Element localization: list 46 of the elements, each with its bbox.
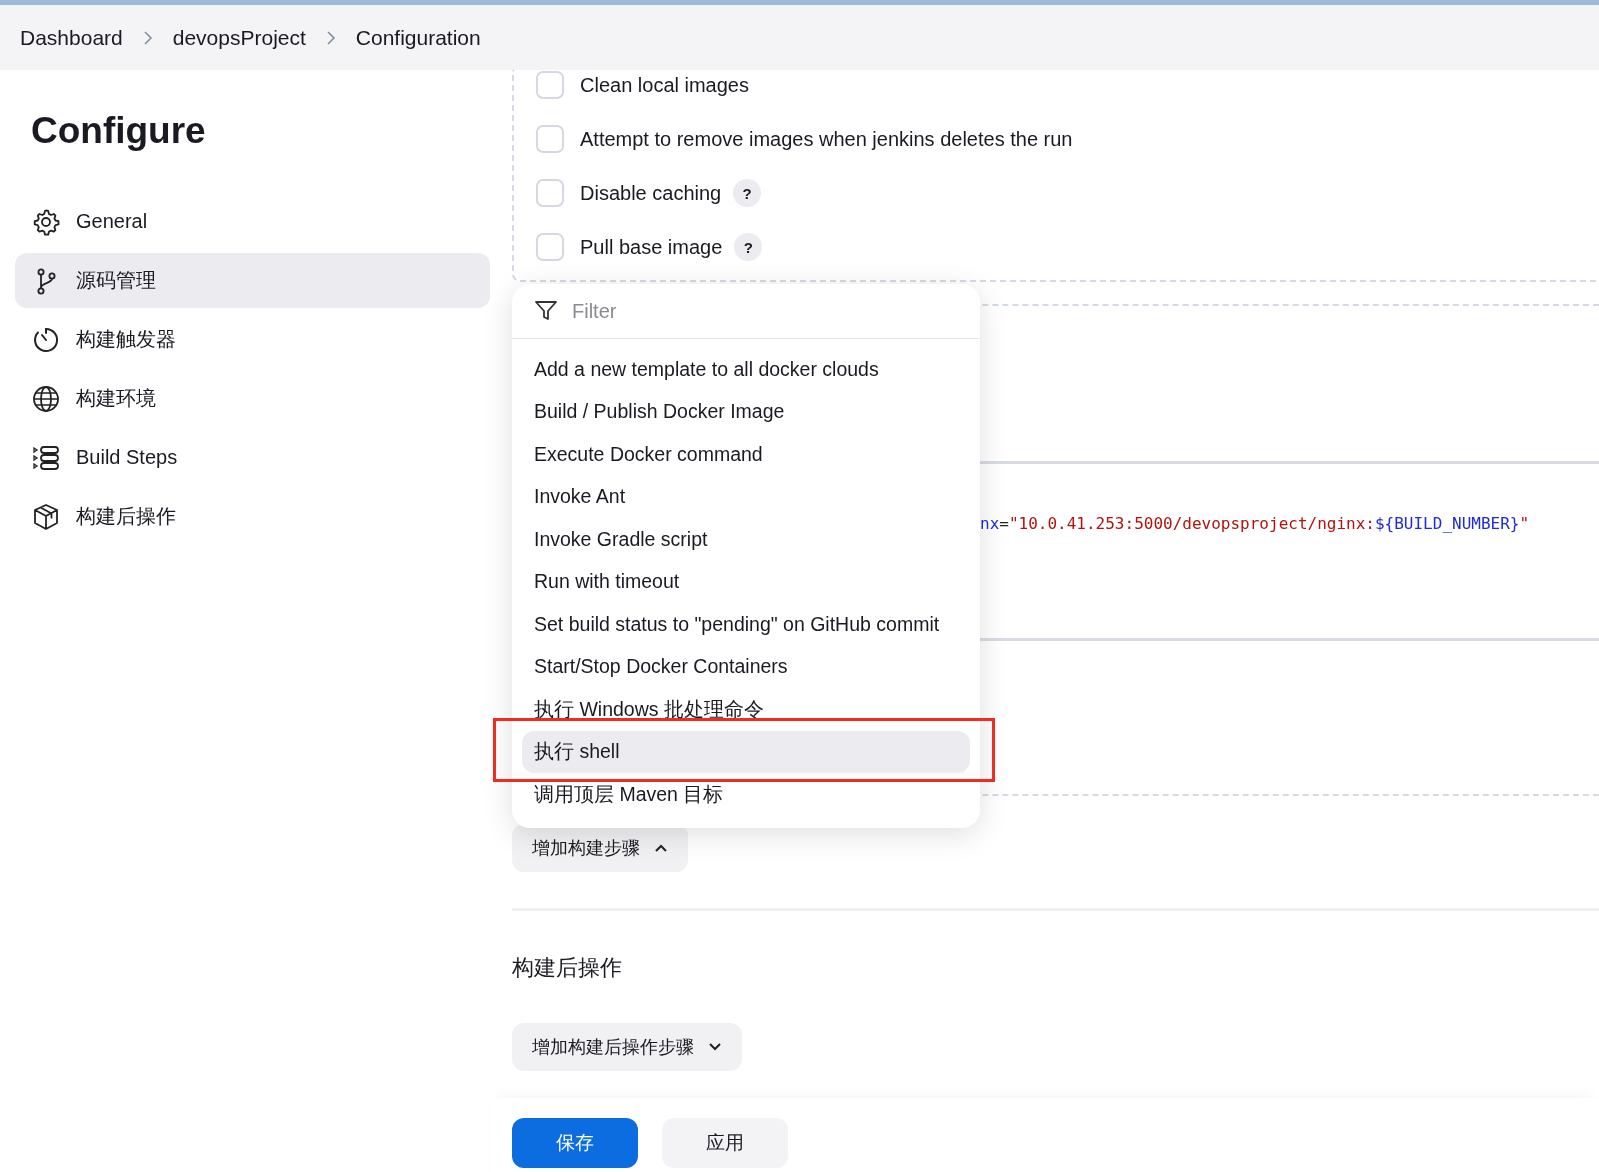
sidebar-item[interactable]: Build Steps bbox=[15, 430, 490, 485]
help-button[interactable]: ? bbox=[734, 233, 763, 261]
menu-item[interactable]: 执行 Windows 批处理命令 bbox=[522, 688, 970, 731]
sidebar-item[interactable]: 构建后操作 bbox=[15, 489, 490, 544]
chevron-icon bbox=[654, 843, 668, 853]
gear-icon bbox=[32, 207, 60, 236]
menu-item[interactable]: Run with timeout bbox=[522, 560, 970, 603]
checkbox[interactable] bbox=[536, 71, 564, 99]
checkbox[interactable] bbox=[536, 179, 564, 207]
menu-item[interactable]: 调用顶层 Maven 目标 bbox=[522, 773, 970, 816]
save-button[interactable]: 保存 bbox=[512, 1118, 638, 1168]
checkbox-label: Attempt to remove images when jenkins deletes the run bbox=[580, 127, 1073, 151]
chevron-right-icon bbox=[142, 29, 153, 46]
checkbox-label: Clean local images bbox=[580, 73, 749, 97]
timer-icon bbox=[32, 325, 60, 354]
sidebar-item[interactable]: 构建触发器 bbox=[15, 312, 490, 367]
checkbox[interactable] bbox=[536, 125, 564, 153]
sidebar-item[interactable]: General bbox=[15, 194, 490, 249]
add-build-step-button[interactable]: 增加构建步骤 bbox=[512, 824, 688, 872]
apply-button[interactable]: 应用 bbox=[662, 1118, 788, 1168]
section-heading: 构建后操作 bbox=[512, 954, 623, 982]
sidebar-item[interactable]: 源码管理 bbox=[15, 253, 490, 308]
checkbox-label: Pull base image bbox=[580, 235, 723, 259]
add-post-build-step-button[interactable]: 增加构建后操作步骤 bbox=[512, 1023, 742, 1071]
sidebar-item[interactable]: 构建环境 bbox=[15, 371, 490, 426]
checkbox-label: Disable caching bbox=[580, 181, 722, 205]
chevron-icon bbox=[708, 1042, 722, 1052]
code-line: nx="10.0.41.253:5000/devopsproject/nginx:${BUILD_NUMBER}" bbox=[980, 514, 1530, 533]
menu-item[interactable]: Add a new template to all docker clouds bbox=[522, 348, 970, 391]
breadcrumb-link[interactable]: Configuration bbox=[355, 25, 481, 50]
menu-item[interactable]: 执行 shell bbox=[522, 730, 970, 773]
chevron-right-icon bbox=[325, 29, 336, 46]
breadcrumb-link[interactable]: devopsProject bbox=[172, 25, 306, 50]
filter-field[interactable]: Filter bbox=[570, 298, 954, 324]
menu-item[interactable]: Invoke Ant bbox=[522, 475, 970, 518]
page-title: Configure bbox=[31, 110, 207, 152]
menu-item[interactable]: Invoke Gradle script bbox=[522, 518, 970, 561]
breadcrumb-link[interactable]: Dashboard bbox=[20, 25, 123, 50]
list-icon bbox=[32, 443, 60, 472]
globe-icon bbox=[32, 384, 60, 413]
checkbox[interactable] bbox=[536, 233, 564, 261]
filter-icon bbox=[534, 300, 558, 322]
menu-item[interactable]: Start/Stop Docker Containers bbox=[522, 645, 970, 688]
menu-item[interactable]: Build / Publish Docker Image bbox=[522, 390, 970, 433]
help-button[interactable]: ? bbox=[733, 179, 762, 207]
package-icon bbox=[32, 502, 60, 531]
